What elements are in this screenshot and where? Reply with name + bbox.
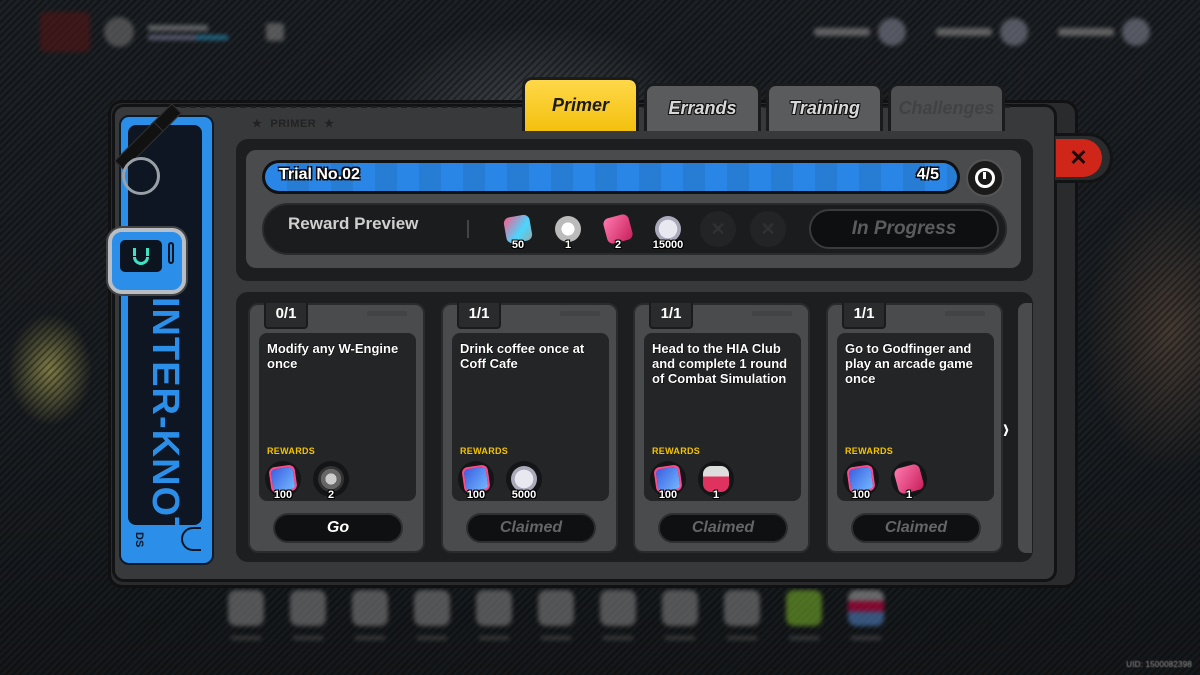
close-icon: ✕ — [1055, 139, 1102, 177]
trial-progress-text: 4/5 — [916, 166, 939, 183]
empty-slot-icon: ✕ — [700, 211, 736, 247]
hud-currencies — [814, 18, 1150, 46]
next-card-peek — [1018, 303, 1032, 553]
claimed-button[interactable]: Claimed — [851, 513, 981, 543]
rewards-label: REWARDS — [267, 446, 316, 456]
menu-icon — [662, 590, 698, 626]
reward-item[interactable]: 50 — [500, 211, 536, 251]
tab-bar: Primer Errands Training Challenges — [522, 77, 1005, 131]
task-progress: 1/1 — [457, 303, 501, 329]
reward-item[interactable]: 5000 — [506, 461, 542, 501]
currency-icon — [878, 18, 906, 46]
smiley-icon — [181, 527, 201, 551]
task-description: Modify any W-Engine once — [267, 341, 399, 371]
task-card: 1/1 Go to Godfinger and play an arcade g… — [826, 303, 1003, 553]
tab-primer[interactable]: Primer — [522, 77, 639, 131]
trial-progress-bar: Trial No.02 4/5 — [262, 160, 960, 194]
level-badge — [266, 23, 284, 41]
trial-title: Trial No.02 — [279, 166, 360, 183]
strap-brand-text: INTER-KNOT — [144, 297, 186, 542]
divider — [467, 220, 469, 238]
reward-item[interactable]: 1 — [550, 211, 586, 251]
reward-item[interactable]: 1 — [698, 461, 734, 501]
rewards-label: REWARDS — [845, 446, 894, 456]
menu-icon — [290, 590, 326, 626]
tab-challenges[interactable]: Challenges — [888, 83, 1005, 131]
rewards-label: REWARDS — [652, 446, 701, 456]
menu-icon — [476, 590, 512, 626]
claimed-button[interactable]: Claimed — [466, 513, 596, 543]
reward-item[interactable]: 15000 — [650, 211, 686, 251]
task-description: Drink coffee once at Coff Cafe — [460, 341, 585, 371]
trial-progress-fill: Trial No.02 4/5 — [265, 163, 957, 191]
menu-icon — [228, 590, 264, 626]
star-icon: ★ — [252, 118, 263, 130]
uid-label: UID: 1500082398 — [1126, 660, 1192, 669]
star-icon: ★ — [324, 118, 335, 130]
reward-item[interactable]: 100 — [843, 461, 879, 501]
go-button[interactable]: Go — [273, 513, 403, 543]
reward-preview-label: Reward Preview — [288, 214, 419, 233]
strap-small-text: DS — [133, 532, 145, 548]
menu-icon — [848, 590, 884, 626]
currency-icon — [1122, 18, 1150, 46]
currency-icon — [1000, 18, 1028, 46]
task-progress: 0/1 — [264, 303, 308, 329]
menu-icon — [414, 590, 450, 626]
reward-item[interactable]: 2 — [600, 211, 636, 251]
reward-item[interactable]: 100 — [650, 461, 686, 501]
timer-icon — [975, 168, 995, 188]
chevron-right-icon[interactable]: › — [1003, 412, 1009, 446]
hud-bottom-menu — [225, 590, 887, 640]
tab-errands[interactable]: Errands — [644, 83, 761, 131]
hud-top-left — [40, 12, 284, 52]
task-description: Go to Godfinger and play an arcade game … — [845, 341, 973, 386]
reward-item[interactable]: 100 — [265, 461, 301, 501]
menu-icon — [786, 590, 822, 626]
menu-icon — [600, 590, 636, 626]
task-card: 0/1 Modify any W-Engine once REWARDS 100… — [248, 303, 425, 553]
timer-button[interactable] — [966, 159, 1004, 197]
section-caption: ★ PRIMER ★ — [252, 118, 335, 130]
claimed-button[interactable]: Claimed — [658, 513, 788, 543]
avatar — [104, 17, 134, 47]
menu-icon — [724, 590, 760, 626]
reward-item[interactable]: 100 — [458, 461, 494, 501]
player-info — [148, 24, 228, 40]
menu-icon — [352, 590, 388, 626]
tab-training[interactable]: Training — [766, 83, 883, 131]
reward-preview-items: 50 1 2 15000 ✕ ✕ — [500, 211, 786, 251]
task-card: 1/1 Head to the HIA Club and complete 1 … — [633, 303, 810, 553]
back-button — [40, 12, 90, 52]
task-description: Head to the HIA Club and complete 1 roun… — [652, 341, 788, 386]
empty-slot-icon: ✕ — [750, 211, 786, 247]
status-badge: In Progress — [809, 209, 999, 249]
close-button[interactable]: ✕ — [1055, 133, 1113, 183]
keyring-icon — [122, 157, 160, 195]
reward-item[interactable]: 2 — [313, 461, 349, 501]
reward-item[interactable]: 1 — [891, 461, 927, 501]
task-progress: 1/1 — [842, 303, 886, 329]
bangboo-charm-icon — [108, 228, 186, 294]
task-card: 1/1 Drink coffee once at Coff Cafe REWAR… — [441, 303, 618, 553]
menu-icon — [538, 590, 574, 626]
reward-preview-row: Reward Preview 50 1 2 15000 ✕ ✕ In Progr… — [262, 203, 1007, 255]
task-progress: 1/1 — [649, 303, 693, 329]
rewards-label: REWARDS — [460, 446, 509, 456]
